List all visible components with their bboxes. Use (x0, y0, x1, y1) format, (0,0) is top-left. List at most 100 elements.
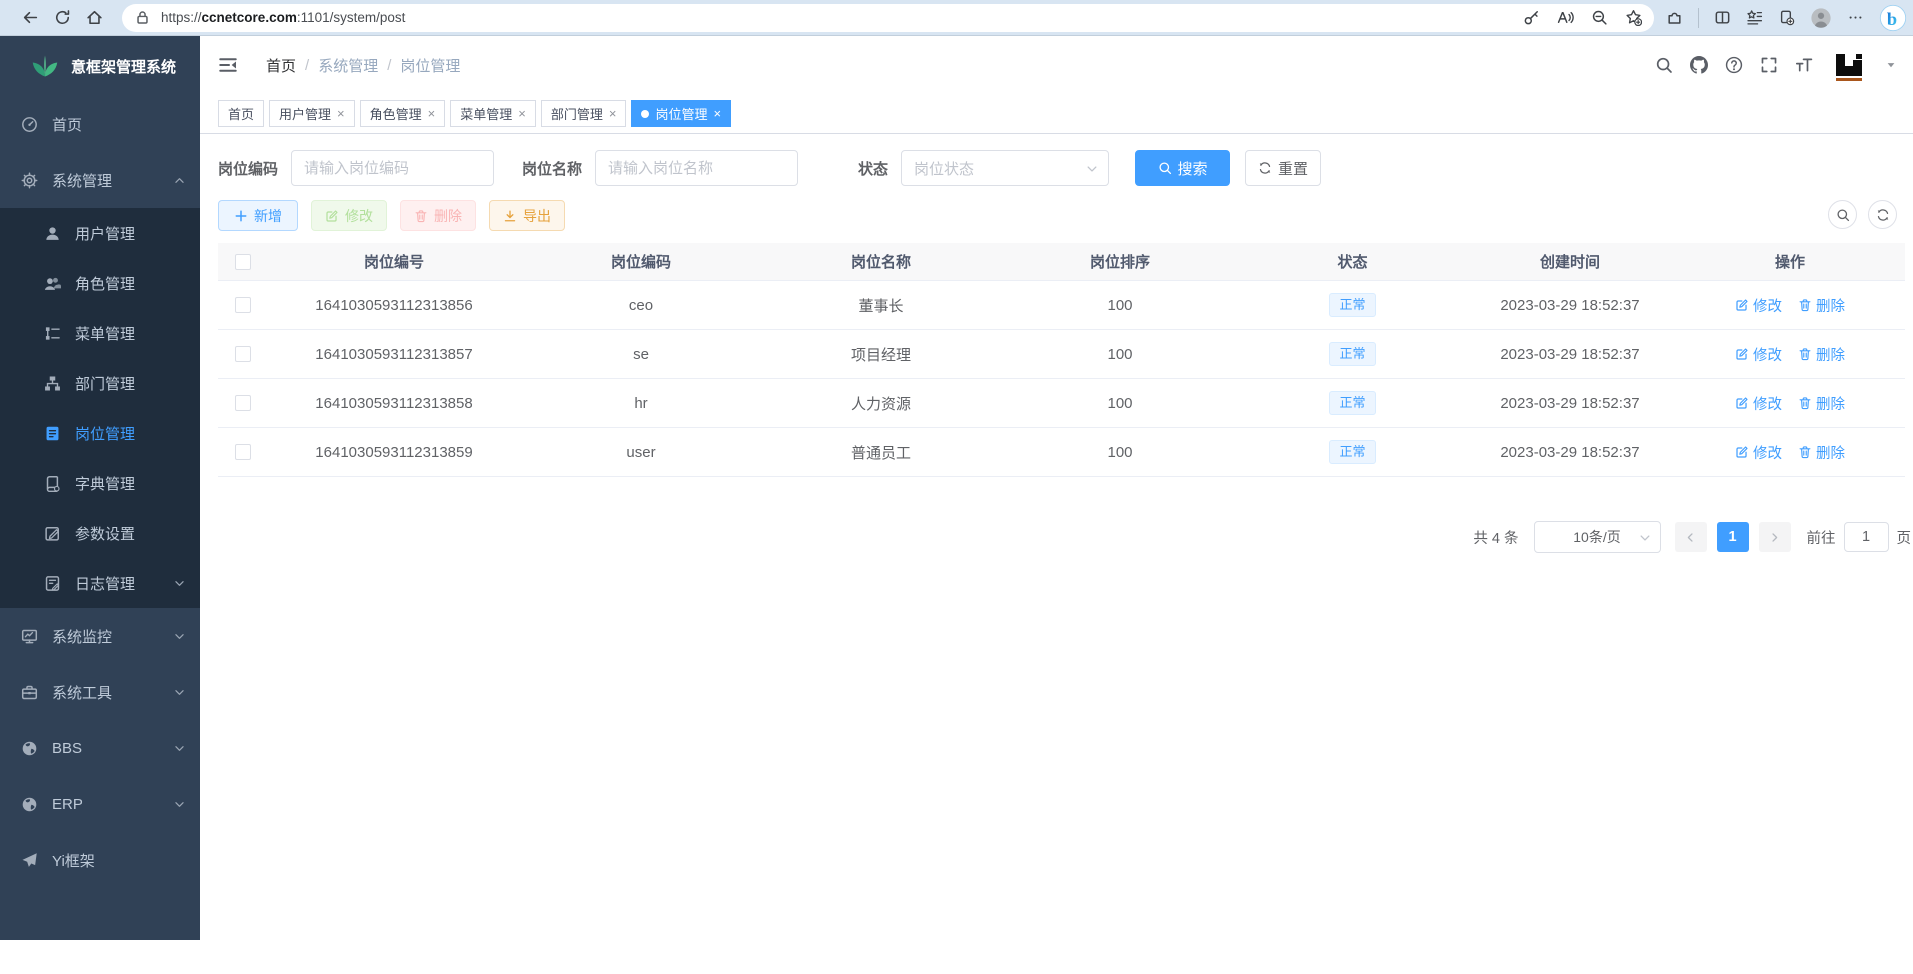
post-name-input[interactable] (595, 150, 798, 186)
cell-post-id: 1641030593112313857 (268, 346, 520, 363)
sidebar-item-menu-management[interactable]: 菜单管理 (0, 308, 200, 358)
row-checkbox[interactable] (235, 395, 251, 411)
github-icon[interactable] (1690, 56, 1708, 74)
goto-page-input[interactable] (1844, 522, 1889, 552)
cell-created: 2023-03-29 18:52:37 (1465, 395, 1675, 412)
prev-page-button[interactable] (1675, 522, 1707, 552)
site-lock-icon[interactable] (134, 9, 151, 26)
favorites-icon[interactable] (1746, 9, 1763, 26)
browser-profile-avatar[interactable] (1810, 7, 1832, 29)
text-size-icon[interactable] (1795, 56, 1813, 74)
row-edit-link[interactable]: 修改 (1735, 393, 1782, 414)
paper-plane-icon (21, 852, 38, 869)
next-page-button[interactable] (1759, 522, 1791, 552)
chevron-right-icon (1768, 531, 1781, 544)
row-edit-link[interactable]: 修改 (1735, 344, 1782, 365)
breadcrumb-system[interactable]: 系统管理 (318, 55, 378, 76)
sidebar-item-label: 用户管理 (75, 223, 135, 244)
table-row: 1641030593112313858 hr 人力资源 100 正常 2023-… (218, 379, 1905, 428)
collections-icon[interactable] (1778, 9, 1795, 26)
sidebar-item-user-management[interactable]: 用户管理 (0, 208, 200, 258)
zoom-out-icon[interactable] (1591, 9, 1608, 26)
tab-user-management[interactable]: 用户管理× (269, 100, 355, 127)
row-checkbox[interactable] (235, 346, 251, 362)
search-button[interactable]: 搜索 (1135, 150, 1230, 186)
copilot-icon[interactable] (1879, 4, 1907, 32)
sidebar-item-erp[interactable]: ERP (0, 776, 200, 832)
page-size-select[interactable]: 10条/页 (1534, 521, 1661, 553)
cell-post-sort: 100 (1000, 297, 1240, 314)
address-bar[interactable]: https://ccnetcore.com:1101/system/post (122, 4, 1654, 32)
sidebar-item-dict-management[interactable]: 字典管理 (0, 458, 200, 508)
help-icon[interactable] (1725, 56, 1743, 74)
breadcrumb-home[interactable]: 首页 (266, 55, 296, 76)
table-options (1828, 200, 1897, 229)
fullscreen-icon[interactable] (1760, 56, 1778, 74)
browser-home-button[interactable] (78, 3, 110, 33)
trash-icon (1798, 445, 1812, 459)
row-delete-link[interactable]: 删除 (1798, 295, 1845, 316)
status-badge: 正常 (1329, 342, 1375, 367)
browser-reload-button[interactable] (46, 3, 78, 33)
cell-created: 2023-03-29 18:52:37 (1465, 444, 1675, 461)
tab-role-management[interactable]: 角色管理× (360, 100, 446, 127)
tab-close-icon[interactable]: × (609, 107, 617, 120)
plus-icon (234, 209, 248, 223)
tab-post-management[interactable]: 岗位管理× (631, 100, 731, 127)
row-edit-link[interactable]: 修改 (1735, 295, 1782, 316)
row-delete-link[interactable]: 删除 (1798, 442, 1845, 463)
edit-button[interactable]: 修改 (311, 200, 387, 231)
user-avatar[interactable] (1830, 46, 1868, 84)
chevron-down-icon (173, 630, 186, 643)
delete-button[interactable]: 删除 (400, 200, 476, 231)
row-checkbox[interactable] (235, 297, 251, 313)
sidebar-item-label: 岗位管理 (75, 423, 135, 444)
password-key-icon[interactable] (1523, 9, 1540, 26)
refresh-table-button[interactable] (1868, 200, 1897, 229)
sidebar-item-system-management[interactable]: 系统管理 (0, 152, 200, 208)
select-all-checkbox[interactable] (235, 254, 251, 270)
tab-close-icon[interactable]: × (713, 107, 721, 120)
chevron-down-icon (1638, 531, 1652, 545)
reset-button[interactable]: 重置 (1245, 150, 1321, 186)
toggle-search-button[interactable] (1828, 200, 1857, 229)
tab-home[interactable]: 首页 (218, 100, 264, 127)
post-code-input[interactable] (291, 150, 494, 186)
browser-back-button[interactable] (14, 3, 46, 33)
row-delete-link[interactable]: 删除 (1798, 344, 1845, 365)
add-button[interactable]: 新增 (218, 200, 298, 231)
status-select[interactable]: 岗位状态 (901, 150, 1109, 186)
export-button[interactable]: 导出 (489, 200, 565, 231)
browser-menu-icon[interactable] (1847, 9, 1864, 26)
add-favorite-icon[interactable] (1625, 9, 1642, 26)
tab-menu-management[interactable]: 菜单管理× (450, 100, 536, 127)
sidebar-item-home[interactable]: 首页 (0, 96, 200, 152)
tab-close-icon[interactable]: × (518, 107, 526, 120)
row-delete-link[interactable]: 删除 (1798, 393, 1845, 414)
sidebar-item-yi-framework[interactable]: Yi框架 (0, 832, 200, 888)
sidebar-item-system-tools[interactable]: 系统工具 (0, 664, 200, 720)
sidebar-item-system-monitor[interactable]: 系统监控 (0, 608, 200, 664)
sidebar-item-post-management[interactable]: 岗位管理 (0, 408, 200, 458)
tag-view-bar: 首页 用户管理× 角色管理× 菜单管理× 部门管理× 岗位管理× (200, 94, 1913, 134)
avatar-caret-down-icon[interactable] (1885, 59, 1897, 71)
globe-icon (21, 796, 38, 813)
sidebar-item-log-management[interactable]: 日志管理 (0, 558, 200, 608)
tab-dept-management[interactable]: 部门管理× (541, 100, 627, 127)
current-page-button[interactable]: 1 (1717, 522, 1749, 552)
read-aloud-icon[interactable] (1557, 9, 1574, 26)
split-screen-icon[interactable] (1714, 9, 1731, 26)
tab-close-icon[interactable]: × (337, 107, 345, 120)
row-edit-link[interactable]: 修改 (1735, 442, 1782, 463)
extensions-icon[interactable] (1666, 9, 1683, 26)
main-area: 首页 / 系统管理 / 岗位管理 首页 用户管理× 角色管理× 菜单管理× 部门… (200, 36, 1913, 940)
sidebar-item-bbs[interactable]: BBS (0, 720, 200, 776)
header-search-icon[interactable] (1655, 56, 1673, 74)
sidebar-item-dept-management[interactable]: 部门管理 (0, 358, 200, 408)
row-checkbox[interactable] (235, 444, 251, 460)
url-text[interactable]: https://ccnetcore.com:1101/system/post (161, 10, 405, 25)
sidebar-item-role-management[interactable]: 角色管理 (0, 258, 200, 308)
sidebar-item-param-settings[interactable]: 参数设置 (0, 508, 200, 558)
sidebar-fold-icon[interactable] (218, 55, 238, 75)
tab-close-icon[interactable]: × (428, 107, 436, 120)
